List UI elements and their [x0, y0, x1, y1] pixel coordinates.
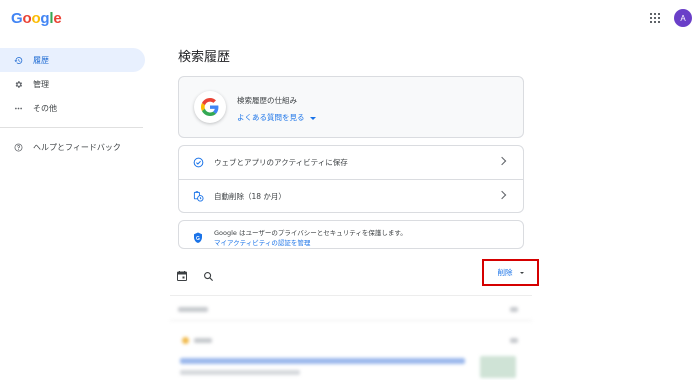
- privacy-text: Google はユーザーのプライバシーとセキュリティを保護します。: [214, 229, 407, 237]
- sidebar-item-more[interactable]: その他: [0, 96, 145, 120]
- sidebar: 履歴 管理 その他 ヘルプとフィードバック: [0, 48, 145, 159]
- sidebar-item-help[interactable]: ヘルプとフィードバック: [0, 135, 145, 159]
- more-horiz-icon: [14, 104, 23, 113]
- check-circle-icon: [193, 157, 204, 168]
- divider: [170, 295, 532, 296]
- logo-letter-o1: o: [22, 10, 32, 27]
- setting-label: ウェブとアプリのアクティビティに保存: [214, 158, 348, 167]
- setting-web-app-activity[interactable]: ウェブとアプリのアクティビティに保存: [179, 146, 523, 179]
- sidebar-item-manage[interactable]: 管理: [0, 72, 145, 96]
- calendar-icon[interactable]: [176, 267, 188, 286]
- search-icon[interactable]: [203, 267, 214, 286]
- chevron-right-icon: [497, 190, 507, 200]
- setting-label: 自動削除（18 か月）: [214, 191, 286, 201]
- avatar-initial: A: [680, 13, 686, 23]
- history-list-blurred: [170, 298, 532, 380]
- chevron-down-icon: [519, 271, 524, 274]
- sidebar-item-label: ヘルプとフィードバック: [33, 142, 121, 152]
- manage-verification-link[interactable]: マイアクティビティの認証を管理: [214, 237, 310, 247]
- delete-button[interactable]: 削除: [482, 259, 539, 286]
- chevron-right-icon: [497, 156, 507, 166]
- sidebar-item-label: 履歴: [33, 55, 49, 65]
- sidebar-item-label: その他: [33, 103, 57, 113]
- settings-card: ウェブとアプリのアクティビティに保存 自動削除（18 か月）: [178, 145, 524, 213]
- apps-grid-icon[interactable]: [650, 13, 660, 23]
- history-icon: [14, 56, 23, 65]
- logo-letter-g: G: [11, 10, 23, 27]
- main-content: 検索履歴 検索履歴の仕組み よくある質問を見る ウェブとアプリのアクティビティに…: [178, 48, 524, 249]
- gear-icon: [14, 80, 23, 89]
- info-card-title: 検索履歴の仕組み: [237, 96, 297, 105]
- google-g-icon: [194, 91, 226, 123]
- delete-button-label: 削除: [497, 268, 513, 277]
- page-title: 検索履歴: [178, 50, 231, 65]
- sidebar-item-history[interactable]: 履歴: [0, 48, 145, 72]
- sidebar-divider: [0, 127, 143, 128]
- auto-delete-icon: [193, 190, 204, 202]
- faq-link[interactable]: よくある質問を見る: [237, 112, 316, 123]
- setting-auto-delete[interactable]: 自動削除（18 か月）: [179, 179, 523, 212]
- svg-text:G: G: [196, 236, 200, 242]
- google-logo[interactable]: Google: [11, 10, 62, 27]
- help-icon: [14, 143, 23, 152]
- chevron-down-icon: [309, 117, 316, 120]
- info-card: 検索履歴の仕組み よくある質問を見る: [178, 76, 524, 138]
- faq-link-label: よくある質問を見る: [237, 113, 305, 122]
- avatar[interactable]: A: [674, 9, 692, 27]
- logo-letter-o2: o: [31, 10, 41, 27]
- privacy-card: G Google はユーザーのプライバシーとセキュリティを保護します。 マイアク…: [178, 220, 524, 249]
- logo-letter-g2: g: [40, 10, 50, 27]
- shield-icon: G: [193, 229, 203, 248]
- sidebar-item-label: 管理: [33, 79, 49, 89]
- logo-letter-e: e: [53, 10, 62, 27]
